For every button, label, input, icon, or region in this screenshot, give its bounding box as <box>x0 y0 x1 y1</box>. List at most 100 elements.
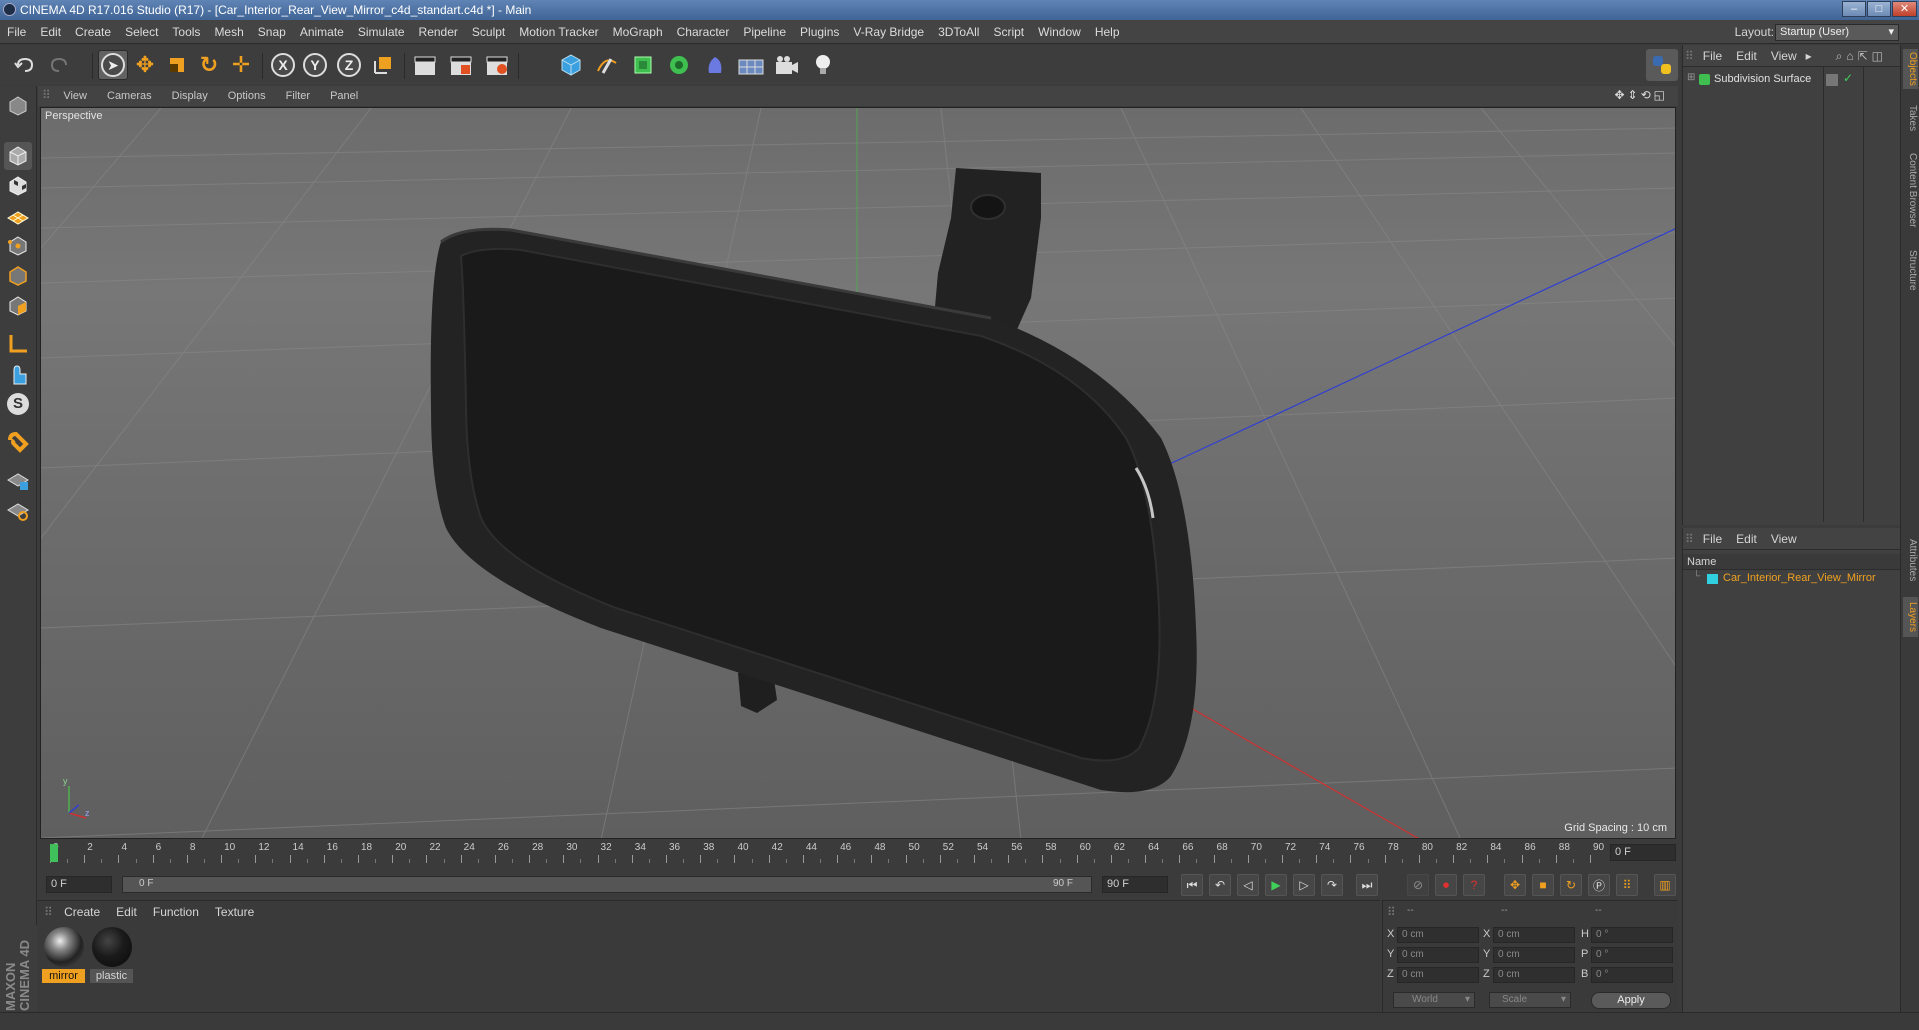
go-to-end-button[interactable]: ⏭ <box>1356 874 1378 896</box>
python-button[interactable] <box>1646 49 1678 81</box>
size-x-field[interactable]: 0 cm <box>1493 927 1575 943</box>
position-y-field[interactable]: 0 cm <box>1397 947 1479 963</box>
menu-animate[interactable]: Animate <box>293 20 351 44</box>
model-mode-button[interactable] <box>4 142 32 170</box>
current-frame-field[interactable]: 0 F <box>1610 844 1676 861</box>
snap-toggle-button[interactable] <box>4 428 32 456</box>
add-environment-button[interactable] <box>736 50 766 80</box>
key-parameter-button[interactable]: Ⓟ <box>1588 874 1610 896</box>
viewport-menu-filter[interactable]: Filter <box>276 86 320 106</box>
menu-vray-bridge[interactable]: V-Ray Bridge <box>846 20 931 44</box>
render-settings-button[interactable] <box>482 50 512 80</box>
layer-row[interactable]: └ Car_Interior_Rear_View_Mirror <box>1683 570 1900 588</box>
texture-mode-button[interactable] <box>4 172 32 200</box>
key-position-button[interactable]: ✥ <box>1504 874 1526 896</box>
layer-menu-file[interactable]: File <box>1696 528 1729 550</box>
menu-render[interactable]: Render <box>412 20 465 44</box>
menu-pipeline[interactable]: Pipeline <box>736 20 793 44</box>
object-row-subdivision-surface[interactable]: ⊞ Subdivision Surface ✓ <box>1683 71 1900 89</box>
apply-button[interactable]: Apply <box>1591 992 1671 1009</box>
add-light-button[interactable] <box>808 50 838 80</box>
transform-tool-button[interactable]: ✛ <box>226 50 256 80</box>
tab-content-browser[interactable]: Content Browser <box>1903 145 1918 235</box>
viewport-menu-panel[interactable]: Panel <box>320 86 368 106</box>
end-frame-field[interactable]: 90 F <box>1102 876 1168 893</box>
previous-frame-button[interactable]: ◁ <box>1237 874 1259 896</box>
object-menu-view[interactable]: View <box>1764 45 1804 67</box>
position-x-field[interactable]: 0 cm <box>1397 927 1479 943</box>
menu-simulate[interactable]: Simulate <box>351 20 412 44</box>
go-to-start-button[interactable]: ⏮ <box>1181 874 1203 896</box>
object-menu-file[interactable]: File <box>1696 45 1729 67</box>
viewport-nav-icons[interactable]: ✥⇕⟲◱ <box>1614 88 1668 102</box>
tab-structure[interactable]: Structure <box>1903 245 1918 295</box>
move-tool-button[interactable]: ✥ <box>130 50 160 80</box>
material-mirror[interactable]: mirror <box>42 927 85 985</box>
menu-create[interactable]: Create <box>68 20 118 44</box>
autokey-button[interactable]: ? <box>1463 874 1485 896</box>
layer-column-header[interactable]: Name <box>1683 554 1900 570</box>
tab-objects[interactable]: Objects <box>1903 49 1918 89</box>
close-button[interactable]: ✕ <box>1892 1 1917 17</box>
material-menu-edit[interactable]: Edit <box>108 901 145 923</box>
previous-keyframe-button[interactable]: ↶ <box>1209 874 1231 896</box>
live-selection-button[interactable]: ➤ <box>98 50 128 80</box>
add-spline-button[interactable] <box>592 50 622 80</box>
tab-takes[interactable]: Takes <box>1903 103 1918 133</box>
object-menu-edit[interactable]: Edit <box>1729 45 1764 67</box>
size-y-field[interactable]: 0 cm <box>1493 947 1575 963</box>
object-manager-tool-icons[interactable]: ⌕⌂⇱◫ <box>1829 45 1894 67</box>
points-mode-button[interactable] <box>4 232 32 260</box>
menu-sculpt[interactable]: Sculpt <box>465 20 512 44</box>
menu-help[interactable]: Help <box>1088 20 1127 44</box>
more-arrow-icon[interactable]: ▸ <box>1804 45 1814 67</box>
scale-tool-button[interactable] <box>162 50 192 80</box>
key-pla-button[interactable]: ⠿ <box>1616 874 1638 896</box>
solo-mode-button[interactable]: S <box>4 390 32 418</box>
coordinate-mode-select[interactable]: World ▾ <box>1393 992 1475 1008</box>
polygons-mode-button[interactable] <box>4 292 32 320</box>
render-view-button[interactable] <box>410 50 440 80</box>
material-plastic[interactable]: plastic <box>90 927 133 985</box>
key-rotation-button[interactable]: ↻ <box>1560 874 1582 896</box>
menu-mograph[interactable]: MoGraph <box>606 20 670 44</box>
next-frame-button[interactable]: ▷ <box>1293 874 1315 896</box>
enabled-check-icon[interactable]: ✓ <box>1843 71 1853 85</box>
menu-select[interactable]: Select <box>118 20 165 44</box>
tweak-mode-button[interactable] <box>4 360 32 388</box>
layer-menu-view[interactable]: View <box>1764 528 1804 550</box>
material-menu-texture[interactable]: Texture <box>207 901 262 923</box>
render-picture-viewer-button[interactable] <box>446 50 476 80</box>
menu-window[interactable]: Window <box>1031 20 1088 44</box>
x-axis-lock-button[interactable]: X <box>268 50 298 80</box>
menu-file[interactable]: File <box>0 20 33 44</box>
viewport-menu-cameras[interactable]: Cameras <box>97 86 162 106</box>
coordinate-type-select[interactable]: Scale ▾ <box>1489 992 1571 1008</box>
timeline-ruler[interactable]: 0246810121416182022242628303234363840424… <box>38 841 1678 865</box>
tab-layers[interactable]: Layers <box>1903 597 1918 637</box>
playhead[interactable] <box>50 844 58 862</box>
visibility-toggle-icon[interactable] <box>1826 74 1838 86</box>
tab-attributes[interactable]: Attributes <box>1903 535 1918 585</box>
material-menu-create[interactable]: Create <box>56 901 108 923</box>
undo-button[interactable] <box>10 50 40 80</box>
viewport-menu-display[interactable]: Display <box>162 86 218 106</box>
workplane-mode-button[interactable] <box>4 202 32 230</box>
menu-motion-tracker[interactable]: Motion Tracker <box>512 20 605 44</box>
axis-mode-button[interactable] <box>4 330 32 358</box>
menu-edit[interactable]: Edit <box>33 20 68 44</box>
rotate-tool-button[interactable]: ↻ <box>194 50 224 80</box>
rotation-b-field[interactable]: 0 ° <box>1591 967 1673 983</box>
maximize-button[interactable]: □ <box>1867 1 1891 17</box>
rear-view-mirror-model[interactable] <box>430 168 1197 793</box>
menu-character[interactable]: Character <box>670 20 737 44</box>
record-keys-button[interactable]: ⊘ <box>1407 874 1429 896</box>
minimize-button[interactable]: – <box>1842 1 1866 17</box>
menu-script[interactable]: Script <box>986 20 1031 44</box>
perspective-viewport[interactable]: Perspective y z Grid Spacing : 10 cm <box>40 107 1676 839</box>
viewport-menu-options[interactable]: Options <box>218 86 276 106</box>
menu-snap[interactable]: Snap <box>251 20 293 44</box>
add-deformer-button[interactable] <box>700 50 730 80</box>
menu-mesh[interactable]: Mesh <box>207 20 250 44</box>
make-editable-button[interactable] <box>4 92 32 120</box>
